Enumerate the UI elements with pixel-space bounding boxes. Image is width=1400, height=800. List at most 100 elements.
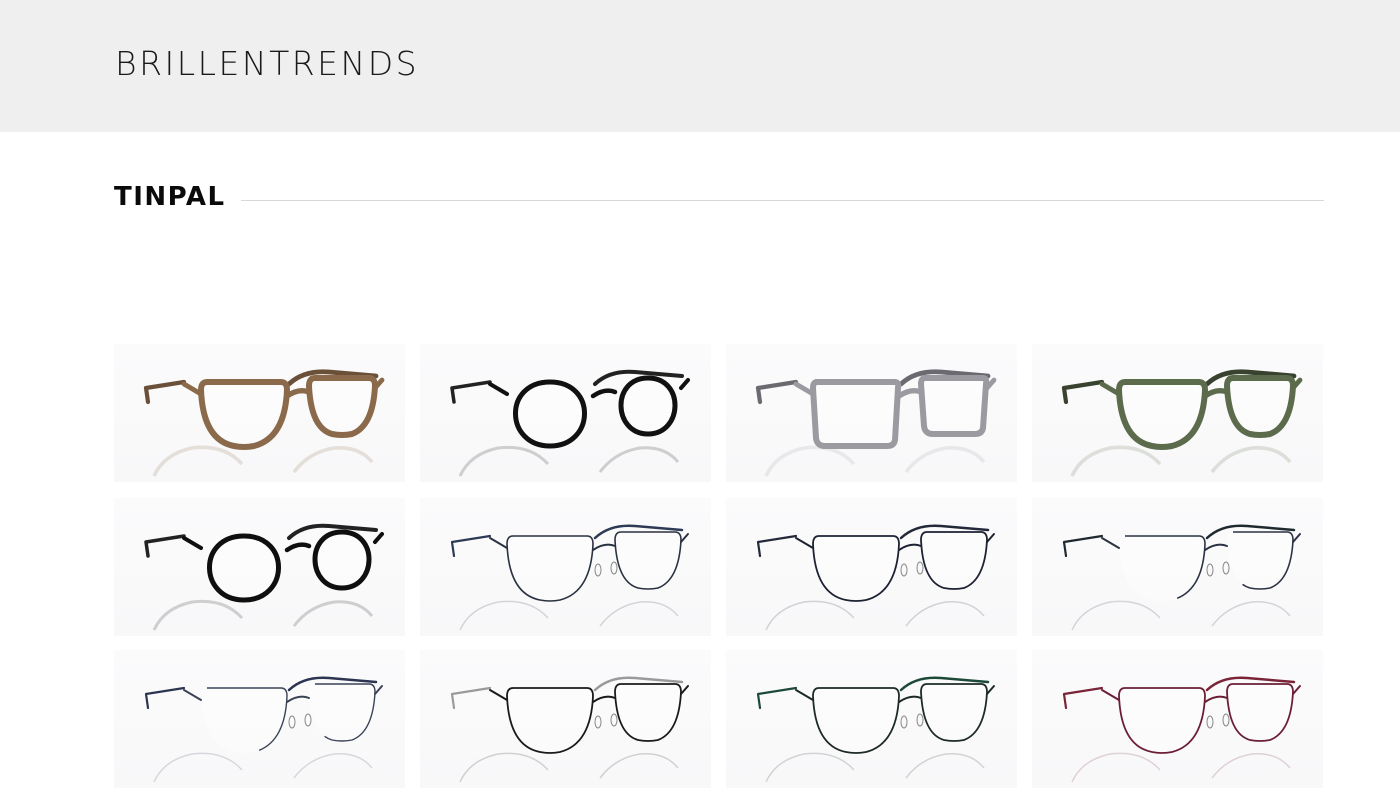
bridge <box>1202 387 1230 399</box>
eyeglasses-image <box>1062 676 1301 783</box>
product-tile[interactable] <box>114 650 405 788</box>
product-tile[interactable] <box>420 650 711 788</box>
nose-pad <box>610 561 618 575</box>
eyeglasses-image <box>450 676 689 783</box>
endpiece <box>182 536 203 550</box>
endpiece <box>1292 685 1301 695</box>
lens-frame <box>308 683 376 742</box>
reflection <box>153 752 373 783</box>
lens-frame <box>614 531 682 590</box>
eyeglasses-image <box>756 676 995 783</box>
eyeglasses-image <box>450 524 689 631</box>
product-tile[interactable] <box>726 650 1017 788</box>
lens-frame <box>812 687 900 754</box>
lens-frame <box>513 379 587 449</box>
lens-frame <box>312 529 372 591</box>
eyeglasses-image <box>144 676 383 783</box>
endpiece <box>986 685 995 695</box>
temple-arm <box>450 534 492 558</box>
reflection <box>152 445 374 477</box>
product-tile[interactable] <box>1032 498 1323 636</box>
product-tile[interactable] <box>1032 650 1323 788</box>
product-tile[interactable] <box>114 498 405 636</box>
temple-arm <box>450 686 492 710</box>
lens-frame <box>1224 375 1296 438</box>
lens-frame <box>918 375 990 437</box>
lens-frame <box>306 375 378 438</box>
endpiece <box>374 685 383 695</box>
endpiece <box>1101 537 1120 549</box>
bridge <box>286 695 310 703</box>
temple-arm <box>144 534 186 558</box>
endpiece <box>373 532 384 544</box>
lens-frame <box>614 683 682 742</box>
bridge <box>592 695 616 703</box>
eyeglasses-image <box>756 524 995 631</box>
bridge <box>1204 543 1228 551</box>
bridge <box>284 387 312 399</box>
product-tile[interactable] <box>420 344 711 482</box>
nose-pad <box>900 563 908 577</box>
lens-frame <box>1118 687 1206 754</box>
nose-pad <box>1206 715 1214 729</box>
reflection <box>459 600 679 631</box>
reflection <box>1071 752 1291 783</box>
page-header: BRILLENTRENDS <box>0 0 1400 132</box>
eyeglasses-image <box>450 369 690 477</box>
nose-pad <box>916 713 924 727</box>
eyeglasses-image <box>143 369 385 477</box>
product-tile[interactable] <box>114 344 405 482</box>
endpiece <box>679 378 690 390</box>
endpiece <box>183 689 202 701</box>
temple-arm <box>143 379 187 405</box>
eyeglasses-image <box>755 369 997 477</box>
section-heading: TINPAL <box>114 178 1324 218</box>
lens-frame <box>812 535 900 602</box>
endpiece <box>489 537 508 549</box>
reflection <box>1070 445 1292 477</box>
product-tile[interactable] <box>420 498 711 636</box>
product-tile[interactable] <box>726 498 1017 636</box>
lens-frame <box>618 375 678 437</box>
bridge <box>1204 695 1228 703</box>
nose-pad <box>304 713 312 727</box>
endpiece <box>795 537 814 549</box>
reflection <box>458 445 680 477</box>
temple-arm <box>756 686 798 710</box>
bridge <box>896 387 924 399</box>
temple-arm <box>756 534 798 558</box>
product-tile[interactable] <box>726 344 1017 482</box>
nose-pad <box>1206 563 1214 577</box>
lens-frame <box>920 531 988 590</box>
endpiece <box>986 533 995 543</box>
nose-pad <box>1222 713 1230 727</box>
endpiece <box>489 689 508 701</box>
lens-frame <box>1226 683 1294 742</box>
temple-arm <box>450 380 492 404</box>
nose-pad <box>610 713 618 727</box>
page-title: BRILLENTRENDS <box>115 44 420 83</box>
bridge <box>898 695 922 703</box>
reflection <box>152 599 374 631</box>
temple-arm <box>144 686 186 710</box>
lens-frame <box>200 687 288 754</box>
nose-pad <box>900 715 908 729</box>
endpiece <box>1101 689 1120 701</box>
lens-frame <box>810 379 902 449</box>
product-tile[interactable] <box>1032 344 1323 482</box>
bridge <box>284 542 312 553</box>
lens-frame <box>506 535 594 602</box>
endpiece <box>680 685 689 695</box>
bridge <box>592 543 616 551</box>
reflection <box>1071 600 1291 631</box>
lens-frame <box>1226 531 1294 590</box>
nose-pad <box>594 715 602 729</box>
nose-pad <box>288 715 296 729</box>
temple-arm <box>755 379 799 405</box>
reflection <box>765 600 985 631</box>
endpiece <box>680 533 689 543</box>
eyeglasses-image <box>1062 524 1301 631</box>
nose-pad <box>1222 561 1230 575</box>
nose-pad <box>916 561 924 575</box>
bridge <box>590 388 618 399</box>
